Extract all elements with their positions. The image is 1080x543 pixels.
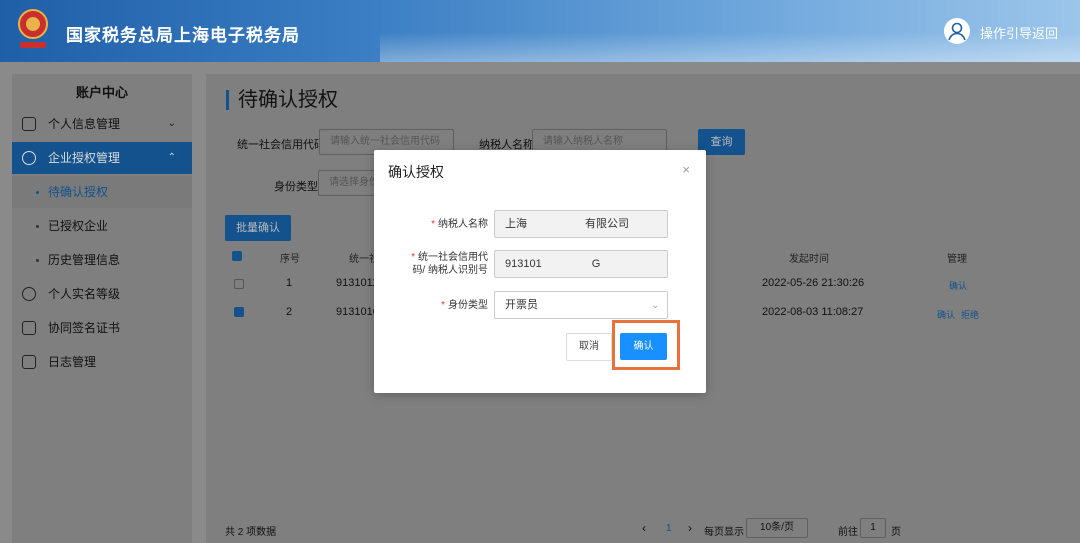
sidebar: 账户中心 个人信息管理 ⌄ 企业授权管理 ⌃ 待确认授权 已授权企业 历史管理信… <box>12 74 192 543</box>
sidebar-item-label: 个人信息管理 <box>48 117 121 131</box>
sidebar-subitem-pending[interactable]: 待确认授权 <box>12 176 192 208</box>
page-unit: 页 <box>891 527 901 538</box>
sidebar-subitem-label: 待确认授权 <box>48 185 109 199</box>
total-count: 共 2 项数据 <box>225 527 277 538</box>
taxpayer-name-field[interactable]: 上海 有限公司 <box>494 210 668 238</box>
header-mountain-decor <box>380 32 1080 62</box>
next-page-button[interactable]: › <box>688 521 692 535</box>
tax-emblem-icon <box>18 9 48 48</box>
table-cell-time: 2022-08-03 11:08:27 <box>762 306 864 318</box>
site-title: 国家税务总局上海电子税务局 <box>66 26 300 45</box>
table-cell-seq: 1 <box>286 277 293 289</box>
col-header-seq: 序号 <box>280 254 300 265</box>
sidebar-subitem-history[interactable]: 历史管理信息 <box>12 244 192 276</box>
cancel-button[interactable]: 取消 <box>566 333 612 361</box>
identity-type-label: 身份类型 <box>274 181 318 193</box>
sidebar-subitem-label: 已授权企业 <box>48 219 109 233</box>
credit-code-field-label: * 统一社会信用代 码/ 纳税人识别号 <box>411 252 488 276</box>
row-checkbox[interactable] <box>234 279 244 289</box>
chevron-down-icon: ⌄ <box>651 300 659 310</box>
top-header: 国家税务总局上海电子税务局 操作引导 返回 <box>0 0 1080 62</box>
row-confirm-link[interactable]: 确认 <box>937 308 955 321</box>
table-cell-code: 9131010 <box>336 306 379 318</box>
sidebar-item-label: 日志管理 <box>48 355 97 369</box>
identity-type-select[interactable]: 请选择身份类型 <box>318 170 376 196</box>
prev-page-button[interactable]: ‹ <box>642 521 646 535</box>
sidebar-subitem-authorized[interactable]: 已授权企业 <box>12 210 192 242</box>
table-cell-code: 9131011 <box>336 277 379 289</box>
close-icon[interactable]: × <box>682 162 690 177</box>
row-reject-link[interactable]: 拒绝 <box>961 308 979 321</box>
bullet-dot <box>36 191 39 194</box>
certificate-icon <box>22 321 36 335</box>
masked-text <box>527 219 585 229</box>
goto-page-input[interactable]: 1 <box>860 518 886 538</box>
select-all-checkbox[interactable] <box>232 251 242 261</box>
row-confirm-link[interactable]: 确认 <box>949 279 967 292</box>
person-icon <box>22 287 36 301</box>
col-header-manage: 管理 <box>947 254 967 265</box>
log-document-icon <box>22 355 36 369</box>
bullet-dot <box>36 259 39 262</box>
col-header-time: 发起时间 <box>789 254 829 265</box>
credit-code-field[interactable]: 913101 G <box>494 250 668 278</box>
sidebar-item-label: 协同签名证书 <box>48 321 121 335</box>
identity-type-field-label: * 身份类型 <box>441 300 488 311</box>
table-cell-seq: 2 <box>286 306 293 318</box>
goto-label: 前往 <box>838 527 858 538</box>
guide-link[interactable]: 操作引导 <box>980 23 1032 42</box>
confirm-auth-dialog: 确认授权 × * 纳税人名称 上海 有限公司 * 统一社会信用代 码/ 纳税人识别号 … <box>374 150 706 393</box>
sidebar-item-log[interactable]: 日志管理 <box>12 346 192 378</box>
back-link[interactable]: 返回 <box>1032 23 1058 42</box>
user-avatar-icon[interactable] <box>944 18 970 44</box>
table-cell-time: 2022-05-26 21:30:26 <box>762 277 865 289</box>
sidebar-item-label: 个人实名等级 <box>48 287 121 301</box>
batch-confirm-button[interactable]: 批量确认 <box>225 215 291 241</box>
row-checkbox[interactable] <box>234 307 244 317</box>
dialog-title: 确认授权 <box>388 164 444 180</box>
confirm-button[interactable]: 确认 <box>620 333 667 360</box>
page-size-select[interactable]: 10条/页 <box>746 518 808 538</box>
shield-icon <box>22 151 36 165</box>
profile-card-icon <box>22 117 36 131</box>
sidebar-subitem-label: 历史管理信息 <box>48 253 121 267</box>
chevron-down-icon: ⌄ <box>167 118 176 129</box>
sidebar-item-realname[interactable]: 个人实名等级 <box>12 278 192 310</box>
masked-text <box>542 259 592 269</box>
sidebar-item-label: 企业授权管理 <box>48 151 121 165</box>
taxpayer-name-field-label: * 纳税人名称 <box>431 219 488 230</box>
sidebar-title: 账户中心 <box>75 85 128 100</box>
page-size-label: 每页显示 <box>704 527 744 538</box>
sidebar-item-enterprise-auth[interactable]: 企业授权管理 ⌃ <box>12 142 192 174</box>
page-number[interactable]: 1 <box>666 523 672 534</box>
page-title: 待确认授权 <box>226 90 338 110</box>
credit-code-label: 统一社会信用代码 <box>237 139 325 151</box>
bullet-dot <box>36 225 39 228</box>
sidebar-item-personal-info[interactable]: 个人信息管理 ⌄ <box>12 108 192 140</box>
identity-type-dropdown[interactable]: 开票员 ⌄ <box>494 291 668 319</box>
sidebar-item-cosign-cert[interactable]: 协同签名证书 <box>12 312 192 344</box>
chevron-up-icon: ⌃ <box>167 152 176 163</box>
